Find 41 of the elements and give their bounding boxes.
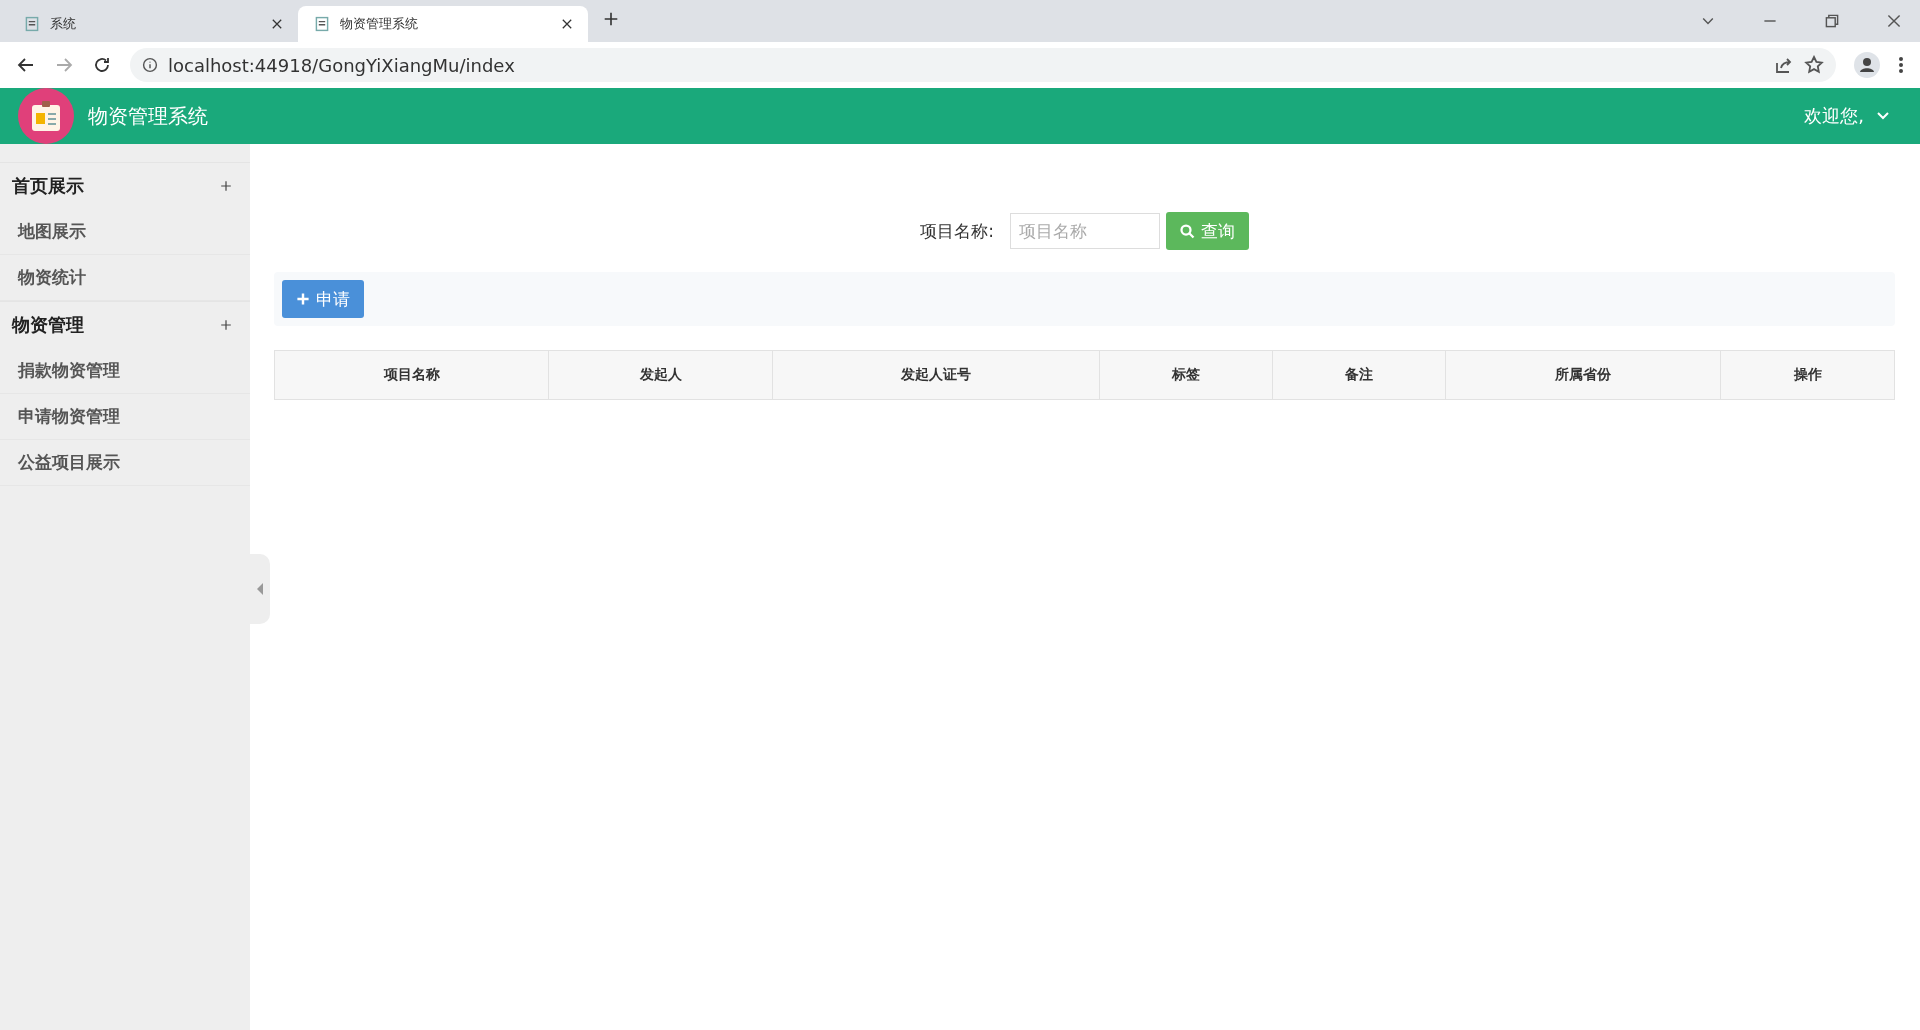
column-header: 操作	[1720, 350, 1895, 400]
column-header: 标签	[1099, 350, 1273, 400]
sidebar-item[interactable]: 公益项目展示	[0, 440, 250, 486]
sidebar-item[interactable]: 地图展示	[0, 209, 250, 255]
sidebar-item[interactable]: 捐款物资管理	[0, 348, 250, 394]
close-icon[interactable]	[560, 17, 574, 31]
sidebar-group[interactable]: 物资管理	[0, 301, 250, 348]
column-header: 备注	[1272, 350, 1446, 400]
search-label: 项目名称:	[920, 219, 994, 243]
apply-button[interactable]: 申请	[282, 280, 364, 318]
info-icon	[142, 57, 158, 73]
plus-icon	[220, 319, 232, 331]
app-title: 物资管理系统	[88, 102, 209, 130]
chevron-down-icon	[1876, 111, 1890, 121]
plus-icon	[220, 180, 232, 192]
address-bar[interactable]: localhost:44918/GongYiXiangMu/index	[130, 48, 1836, 82]
sidebar-item[interactable]: 物资统计	[0, 255, 250, 301]
column-header: 发起人证号	[772, 350, 1100, 400]
column-header: 项目名称	[274, 350, 549, 400]
close-icon[interactable]	[1886, 13, 1902, 29]
browser-tab[interactable]: 物资管理系统	[298, 6, 588, 42]
page-icon	[24, 16, 40, 32]
browser-tab[interactable]: 系统	[8, 6, 298, 42]
logo-icon	[18, 88, 74, 144]
search-field[interactable]: 项目名称	[1009, 213, 1160, 249]
sidebar-item[interactable]: 申请物资管理	[0, 394, 250, 440]
close-icon[interactable]	[270, 17, 284, 31]
collapse-handle[interactable]	[250, 554, 270, 624]
sidebar-group[interactable]: 首页展示	[0, 162, 250, 209]
search-icon	[1179, 223, 1195, 239]
plus-icon	[296, 292, 310, 306]
new-tab-icon[interactable]	[602, 10, 620, 28]
reload-icon[interactable]	[92, 55, 112, 75]
column-header: 发起人	[548, 350, 773, 400]
share-icon[interactable]	[1774, 55, 1794, 75]
restore-icon[interactable]	[1824, 13, 1840, 29]
menu-icon[interactable]	[1898, 56, 1904, 74]
star-icon[interactable]	[1804, 55, 1824, 75]
column-header: 所属省份	[1445, 350, 1721, 400]
profile-icon[interactable]	[1854, 52, 1880, 78]
page-icon	[314, 16, 330, 32]
